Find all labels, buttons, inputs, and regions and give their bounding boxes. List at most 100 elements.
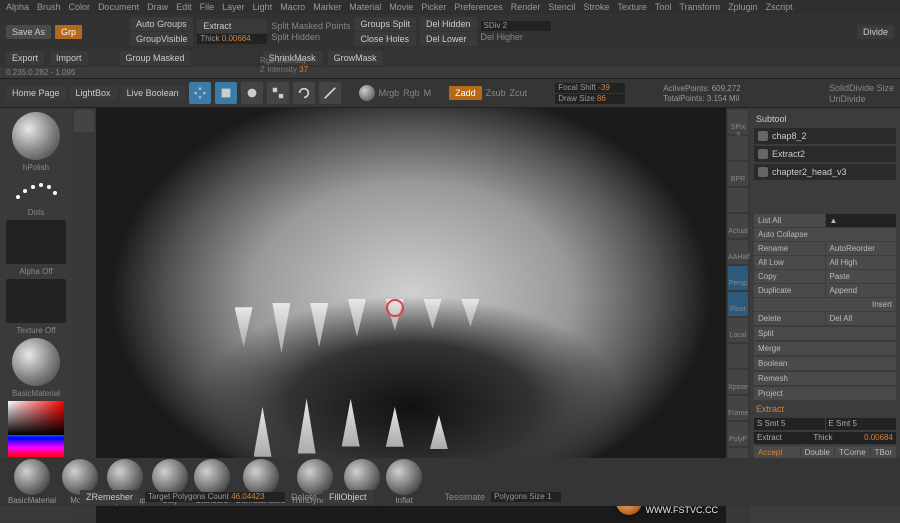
menu-stroke[interactable]: Stroke — [583, 2, 609, 12]
gizmo-icon[interactable] — [189, 82, 211, 104]
texture-preview[interactable] — [6, 279, 66, 323]
list-all-button[interactable]: List All — [754, 214, 825, 227]
menu-draw[interactable]: Draw — [147, 2, 168, 12]
auto-groups-button[interactable]: Auto Groups — [130, 17, 193, 31]
menu-marker[interactable]: Marker — [313, 2, 341, 12]
alpha-preview[interactable] — [6, 220, 66, 264]
aahalf-button[interactable]: AAHalf — [728, 240, 748, 264]
menu-zplugin[interactable]: Zplugin — [728, 2, 758, 12]
del-all-button[interactable]: Del All — [826, 312, 897, 325]
subtool-header[interactable]: Subtool — [754, 112, 896, 126]
menu-edit[interactable]: Edit — [176, 2, 192, 12]
menu-stencil[interactable]: Stencil — [548, 2, 575, 12]
zcut-button[interactable]: Zcut — [510, 88, 528, 98]
frame-button[interactable]: Frame — [728, 396, 748, 420]
grp-button[interactable]: Grp — [55, 25, 82, 39]
boolean-section[interactable]: Boolean — [754, 357, 896, 370]
color-picker[interactable] — [8, 401, 64, 457]
brush-preview[interactable] — [12, 112, 60, 160]
lightbox-button[interactable]: LightBox — [70, 86, 117, 100]
menu-render[interactable]: Render — [511, 2, 541, 12]
sdiv-slider[interactable]: SDiv 2 — [481, 21, 551, 31]
m-button[interactable]: M — [424, 88, 432, 98]
arrow-up-icon[interactable]: ▲ — [826, 214, 897, 227]
all-low-button[interactable]: All Low — [754, 256, 825, 269]
paste-button[interactable]: Paste — [826, 270, 897, 283]
scale-icon[interactable] — [267, 82, 289, 104]
material-preview-icon[interactable] — [359, 85, 375, 101]
eye-icon[interactable] — [758, 131, 768, 141]
thick-slider[interactable]: Thick 0.00684 — [197, 34, 267, 44]
polygons-size-slider[interactable]: Polygons Size 1 — [491, 492, 561, 502]
insert-button[interactable]: Insert — [754, 298, 896, 311]
extract-button[interactable]: Extract — [197, 19, 267, 33]
material-preview[interactable] — [12, 338, 60, 386]
tessimate-label[interactable]: Tessimate — [445, 492, 486, 502]
extract-header[interactable]: Extract — [754, 402, 896, 416]
del-hidden-button[interactable]: Del Hidden — [420, 17, 477, 31]
left-shelf-button[interactable] — [74, 110, 94, 132]
z-intensity-slider[interactable]: Z Intensity 37 — [260, 65, 308, 74]
duplicate-button[interactable]: Duplicate — [754, 284, 825, 297]
auto-collapse-button[interactable]: Auto Collapse — [754, 228, 896, 241]
split-section[interactable]: Split — [754, 327, 896, 340]
persp-button[interactable]: Persp — [728, 266, 748, 290]
auto-reorder-button[interactable]: AutoReorder — [826, 242, 897, 255]
menu-file[interactable]: File — [200, 2, 215, 12]
extract-thick-slider[interactable]: ExtractThick 0.00684 — [754, 432, 896, 444]
local-button[interactable]: Local — [728, 318, 748, 342]
subtool-item[interactable]: Extract2 — [754, 146, 896, 162]
group-masked-button[interactable]: Group Masked — [120, 51, 191, 65]
subtool-item[interactable]: chap8_2 — [754, 128, 896, 144]
merge-section[interactable]: Merge — [754, 342, 896, 355]
menu-light[interactable]: Light — [253, 2, 273, 12]
rgb-button[interactable]: Rgb — [403, 88, 420, 98]
e-smt-slider[interactable]: E Smt 5 — [826, 418, 897, 430]
menu-macro[interactable]: Macro — [280, 2, 305, 12]
export-button[interactable]: Export — [6, 51, 44, 65]
home-button[interactable]: Home Page — [6, 86, 66, 100]
project-section[interactable]: Project — [754, 387, 896, 400]
fillobject-button[interactable]: FillObject — [323, 490, 373, 504]
delete-label[interactable]: Delete — [291, 492, 317, 502]
append-button[interactable]: Append — [826, 284, 897, 297]
live-boolean-button[interactable]: Live Boolean — [121, 86, 185, 100]
groups-split-button[interactable]: Groups Split — [354, 17, 416, 31]
sculptris-icon[interactable] — [319, 82, 341, 104]
xpose-button[interactable]: Xpose — [728, 370, 748, 394]
del-lower-button[interactable]: Del Lower — [420, 32, 477, 46]
grow-mask-button[interactable]: GrowMask — [328, 51, 383, 65]
scroll-icon[interactable] — [728, 136, 748, 160]
menu-material[interactable]: Material — [349, 2, 381, 12]
stroke-preview[interactable] — [11, 175, 61, 205]
zremesher-button[interactable]: ZRemesher — [80, 490, 139, 504]
move-icon[interactable] — [241, 82, 263, 104]
import-button[interactable]: Import — [50, 51, 88, 65]
polyf-button[interactable]: PolyF — [728, 422, 748, 446]
zadd-button[interactable]: Zadd — [449, 86, 482, 100]
menu-alpha[interactable]: Alpha — [6, 2, 29, 12]
menu-movie[interactable]: Movie — [389, 2, 413, 12]
zsub-button[interactable]: Zsub — [486, 88, 506, 98]
lock-icon[interactable] — [728, 344, 748, 368]
menu-document[interactable]: Document — [98, 2, 139, 12]
draw-size-slider[interactable]: Draw Size 86 — [555, 94, 625, 104]
eye-icon[interactable] — [758, 167, 768, 177]
eye-icon[interactable] — [758, 149, 768, 159]
copy-button[interactable]: Copy — [754, 270, 825, 283]
rotate-icon[interactable] — [293, 82, 315, 104]
group-visible-button[interactable]: GroupVisible — [130, 32, 193, 46]
draw-icon[interactable] — [215, 82, 237, 104]
s-smt-slider[interactable]: S Smt 5 — [754, 418, 825, 430]
mrgb-button[interactable]: Mrgb — [379, 88, 400, 98]
focal-shift-slider[interactable]: Focal Shift -39 — [555, 83, 625, 93]
rename-button[interactable]: Rename — [754, 242, 825, 255]
save-as-button[interactable]: Save As — [6, 25, 51, 39]
subtool-item[interactable]: chapter2_head_v3 — [754, 164, 896, 180]
remesh-section[interactable]: Remesh — [754, 372, 896, 385]
spix-button[interactable]: SPix 3 — [728, 110, 748, 134]
zoom-icon[interactable] — [728, 188, 748, 212]
target-polygons-slider[interactable]: Target Polygons Count 46.04423 — [145, 492, 285, 502]
divide-button[interactable]: Divide — [857, 25, 894, 39]
bpr-button[interactable]: BPR — [728, 162, 748, 186]
